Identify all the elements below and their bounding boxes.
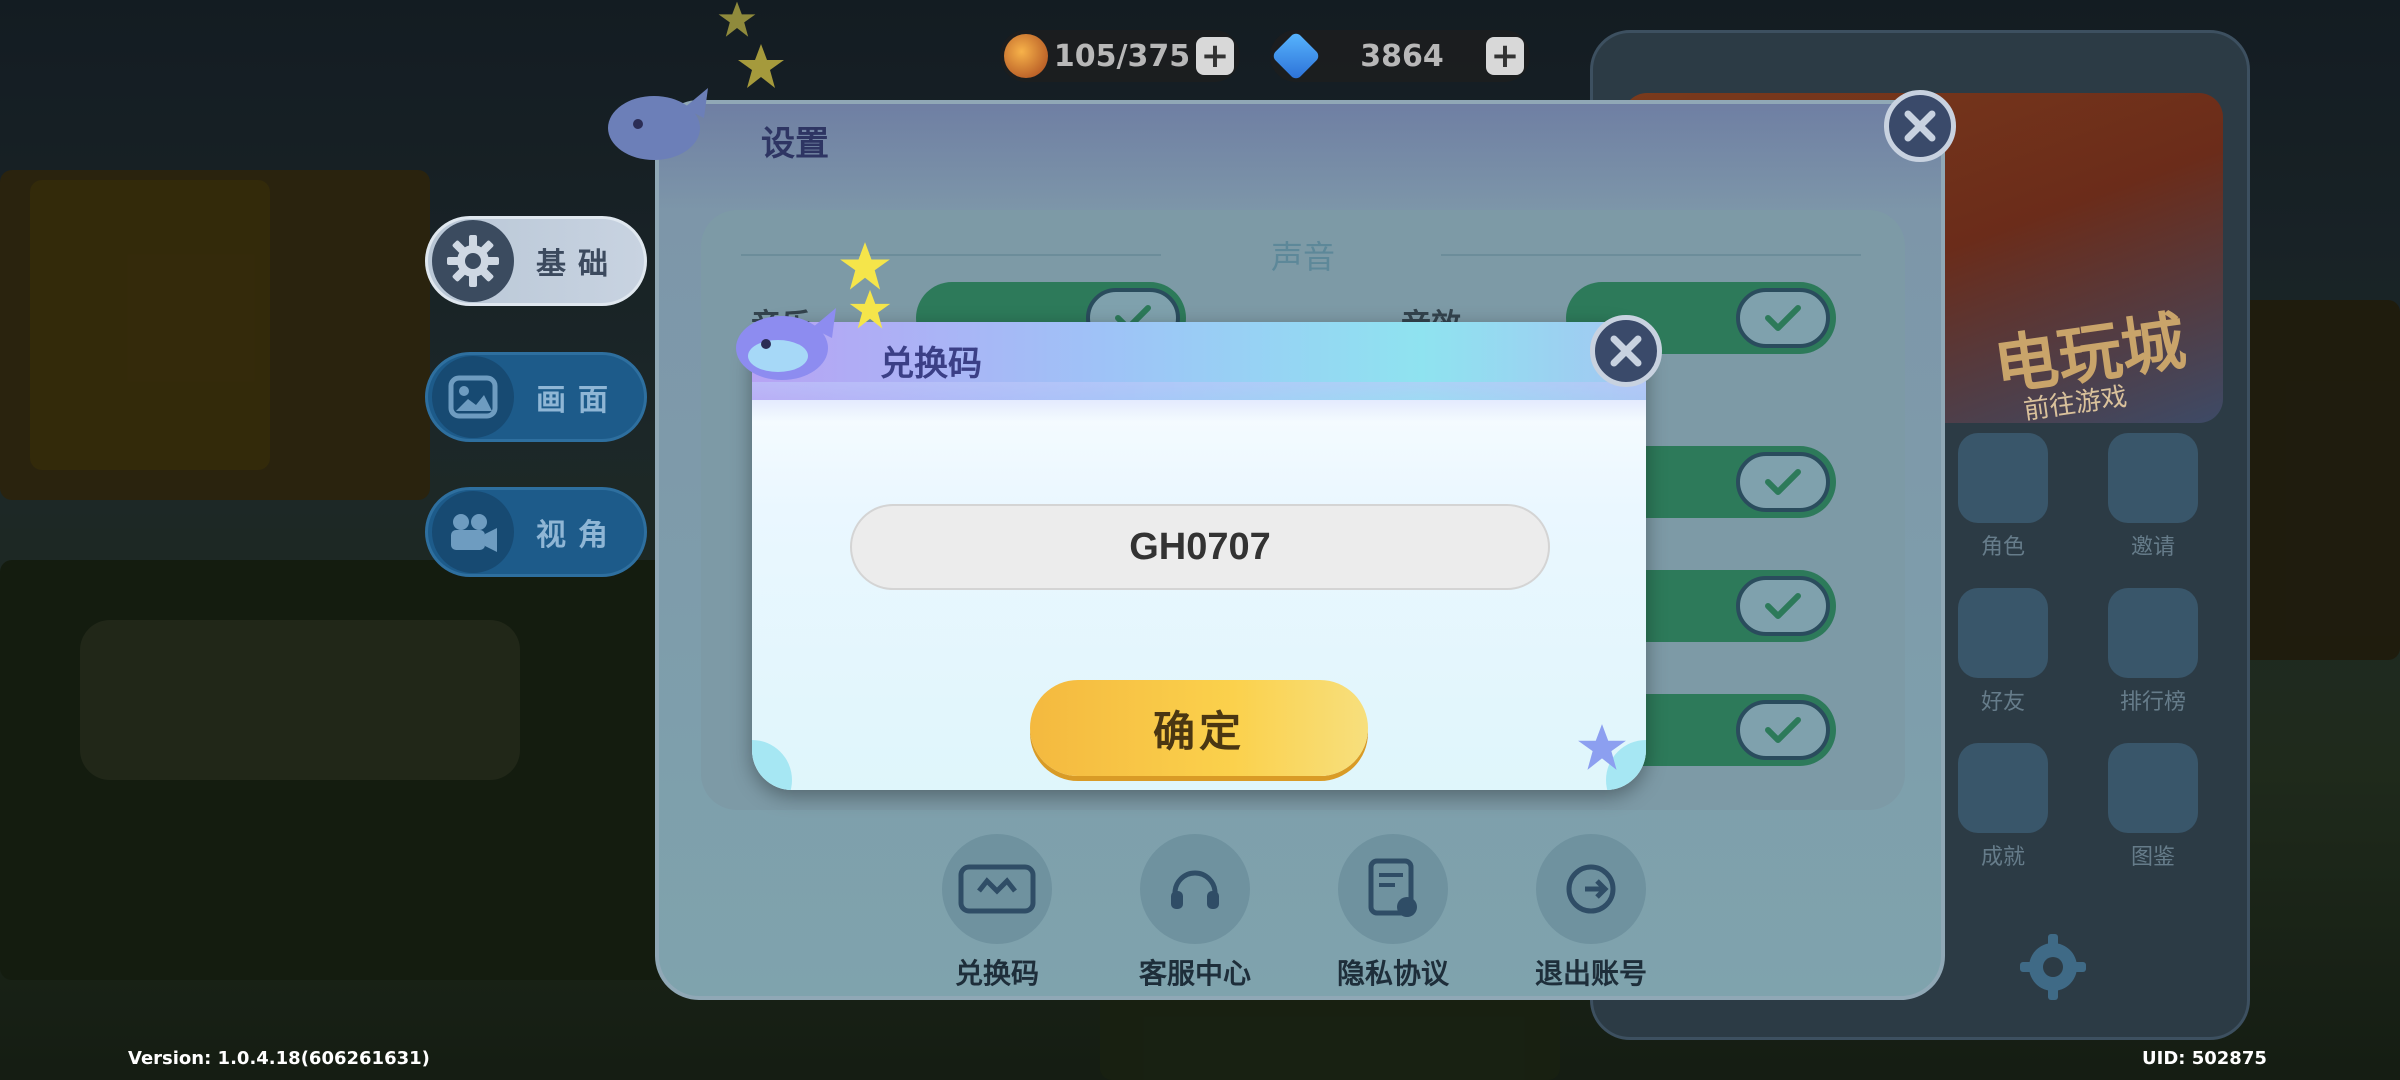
achievement-icon (1958, 743, 2048, 833)
settings-title: 设置 (761, 124, 829, 164)
collection-icon (2108, 743, 2198, 833)
privacy-policy-button[interactable]: 隐私协议 (1318, 834, 1468, 992)
star-icon (718, 1, 756, 37)
redeem-code-input[interactable] (850, 504, 1550, 590)
check-icon (1736, 576, 1830, 636)
character-icon (1958, 433, 2048, 523)
close-icon (1904, 110, 1936, 142)
stamina-counter: 105/375 + (1000, 30, 1240, 82)
add-stamina-button[interactable]: + (1196, 36, 1234, 76)
gear-icon (432, 220, 514, 302)
star-icon (1578, 724, 1626, 770)
version-label: Version: 1.0.4.18(606261631) (128, 1048, 430, 1069)
customer-service-button[interactable]: 客服中心 (1120, 834, 1270, 992)
tab-camera-label: 视角 (536, 518, 620, 553)
headset-icon (1140, 834, 1250, 944)
hub-tile-invite[interactable]: 邀请 (2093, 433, 2213, 561)
stamina-icon (1004, 34, 1048, 78)
tab-camera[interactable]: 视角 (425, 487, 647, 577)
friends-icon (1958, 588, 2048, 678)
redeem-code-button[interactable]: 兑换码 (922, 834, 1072, 992)
confirm-button[interactable]: 确定 (1030, 680, 1368, 776)
hub-gear-icon[interactable] (2018, 932, 2088, 1002)
tab-display-label: 画面 (536, 383, 620, 418)
hub-tile-collection[interactable]: 图鉴 (2093, 743, 2213, 871)
stamina-value: 105/375 (1053, 38, 1191, 74)
tab-basic-label: 基础 (536, 247, 620, 282)
document-icon (1338, 834, 1448, 944)
tab-display[interactable]: 画面 (425, 352, 647, 442)
tab-basic[interactable]: 基础 (425, 216, 647, 306)
gem-value: 3864 (1360, 38, 1444, 74)
invite-icon (2108, 433, 2198, 523)
check-icon (1736, 700, 1830, 760)
logout-button[interactable]: 退出账号 (1516, 834, 1666, 992)
add-gems-button[interactable]: + (1486, 36, 1524, 76)
star-icon (738, 44, 784, 88)
star-icon (840, 242, 890, 290)
decorative-corner (752, 740, 792, 790)
hub-tile-leaderboard[interactable]: 排行榜 (2093, 588, 2213, 716)
hub-tile-achievements[interactable]: 成就 (1943, 743, 2063, 871)
check-icon (1736, 288, 1830, 348)
logout-icon (1536, 834, 1646, 944)
star-icon (849, 289, 891, 329)
check-icon (1736, 452, 1830, 512)
leaderboard-icon (2108, 588, 2198, 678)
hub-tile-friends[interactable]: 好友 (1943, 588, 2063, 716)
gem-icon (1271, 31, 1321, 81)
uid-label: UID: 502875 (2142, 1048, 2267, 1069)
camera-icon (432, 491, 514, 573)
whale-mascot-icon (608, 88, 708, 160)
redeem-close-button[interactable] (1590, 315, 1662, 387)
redeem-dialog-title: 兑换码 (880, 344, 982, 384)
picture-icon (432, 356, 514, 438)
close-icon (1610, 335, 1642, 367)
settings-close-button[interactable] (1884, 90, 1956, 162)
whale-mascot-icon (736, 308, 836, 380)
hub-tile-character[interactable]: 角色 (1943, 433, 2063, 561)
gem-counter: 3864 + (1270, 30, 1530, 82)
ticket-icon (942, 834, 1052, 944)
redeem-code-dialog: 兑换码 确定 (752, 322, 1646, 790)
